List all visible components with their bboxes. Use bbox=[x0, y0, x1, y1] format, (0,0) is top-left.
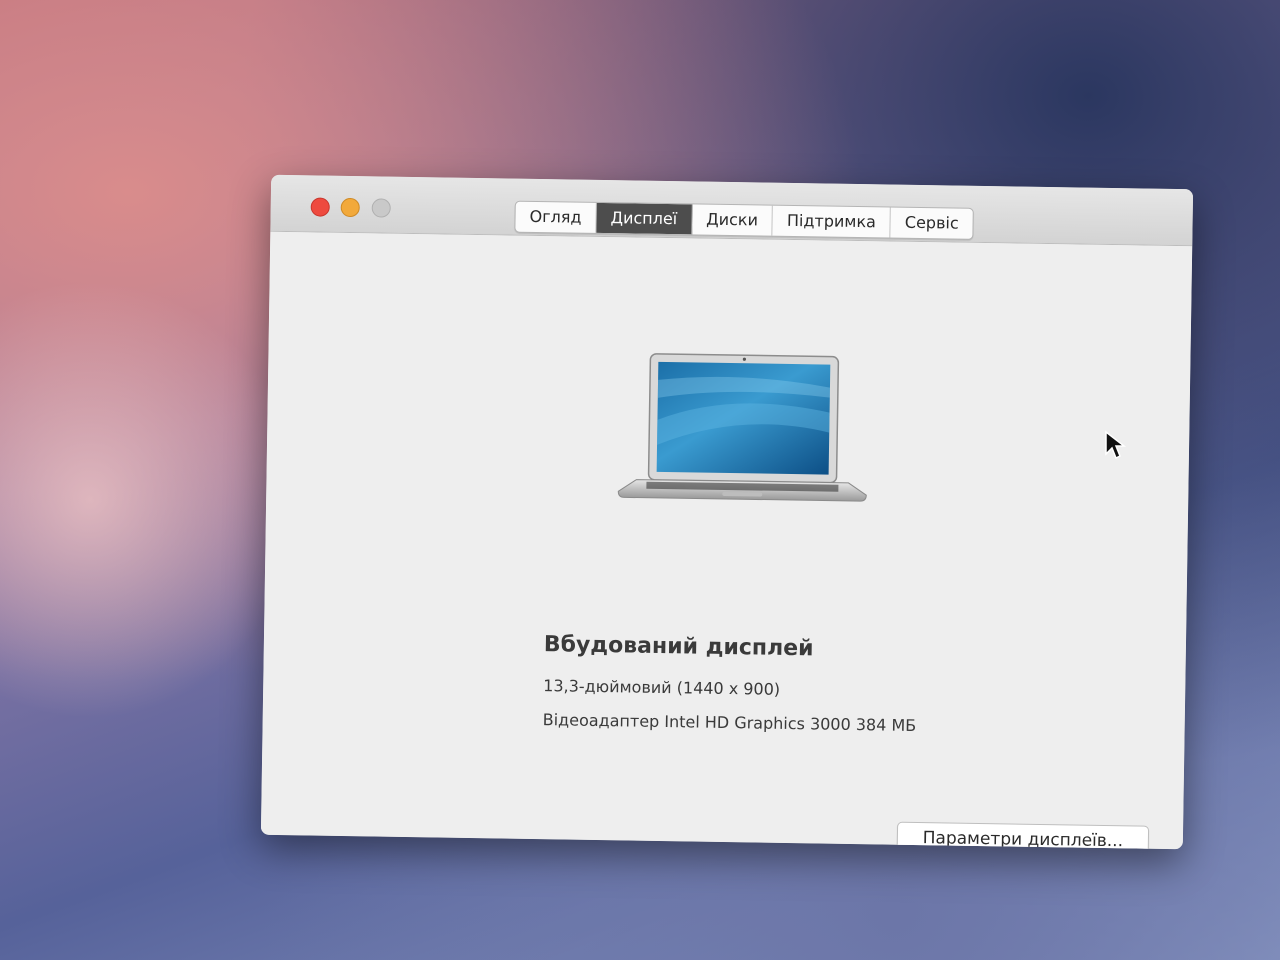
display-size: 13,3-дюймовий (1440 x 900) bbox=[543, 676, 781, 699]
tab-support[interactable]: Підтримка bbox=[772, 205, 892, 238]
zoom-window-button[interactable] bbox=[371, 198, 391, 218]
display-name: Вбудований дисплей bbox=[543, 632, 814, 662]
mouse-pointer-icon bbox=[1105, 430, 1126, 460]
displays-panel: Вбудований дисплей 13,3-дюймовий (1440 x… bbox=[260, 231, 1193, 850]
about-this-mac-window: Огляд Дисплеї Диски Підтримка Сервіс Вбу… bbox=[260, 174, 1194, 850]
tab-service[interactable]: Сервіс bbox=[891, 208, 973, 239]
desktop-wallpaper bbox=[0, 280, 300, 720]
minimize-window-button[interactable] bbox=[340, 197, 360, 218]
tab-bar: Огляд Дисплеї Диски Підтримка Сервіс bbox=[514, 200, 974, 240]
tab-overview[interactable]: Огляд bbox=[515, 201, 597, 233]
laptop-icon bbox=[617, 353, 867, 502]
tab-displays[interactable]: Дисплеї bbox=[596, 202, 693, 235]
display-settings-button[interactable]: Параметри дисплеїв... bbox=[896, 821, 1150, 850]
display-graphics: Відеоадаптер Intel HD Graphics 3000 384 … bbox=[542, 710, 917, 735]
close-window-button[interactable] bbox=[310, 197, 330, 217]
tab-storage[interactable]: Диски bbox=[691, 204, 774, 236]
